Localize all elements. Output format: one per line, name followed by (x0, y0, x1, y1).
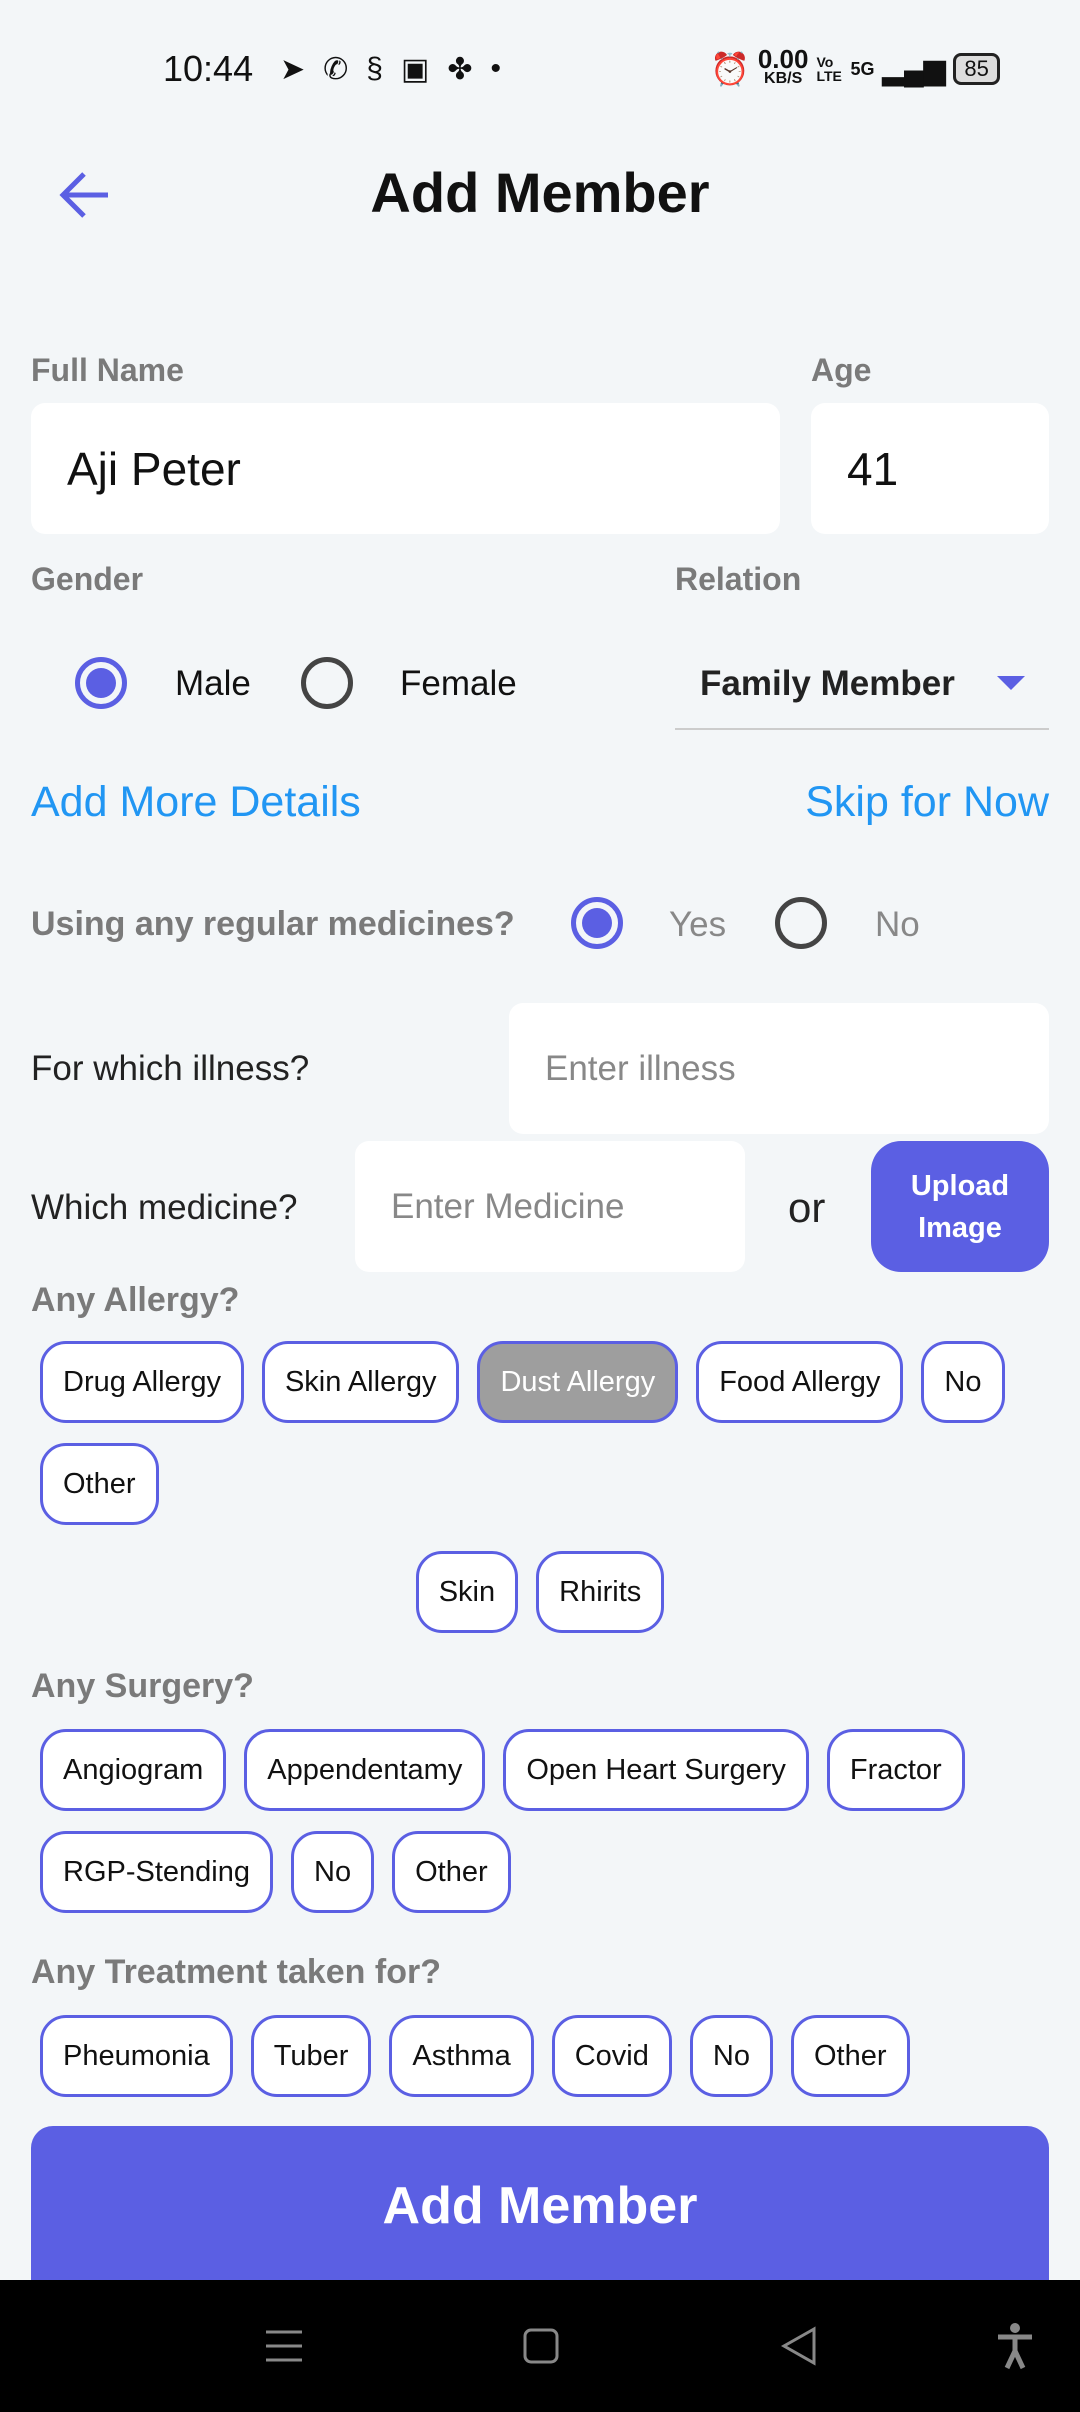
age-label: Age (811, 352, 872, 388)
gender-female-label: Female (400, 664, 517, 703)
gender-male-radio[interactable] (75, 657, 127, 709)
back-icon[interactable] (780, 2326, 818, 2366)
alarm-icon: ⏰ (710, 51, 750, 87)
chip-no[interactable]: No (291, 1831, 375, 1913)
full-name-input[interactable]: Aji Peter (31, 403, 780, 534)
chip-other[interactable]: Other (790, 2015, 910, 2097)
chip-pheumonia[interactable]: Pheumonia (40, 2015, 233, 2097)
chip-skin[interactable]: Skin (415, 1551, 519, 1633)
chevron-down-icon (997, 676, 1025, 690)
chip-food-allergy[interactable]: Food Allergy (696, 1341, 904, 1423)
medicine-placeholder: Enter Medicine (391, 1186, 625, 1226)
allergy-label: Any Allergy? (31, 1281, 240, 1319)
system-icons: ⏰ 0.00 KB/S Vo LTE 5G ▂▄▆ 85 (710, 44, 1000, 94)
signal-icon: ▂▄▆ (882, 53, 946, 85)
gender-female-radio[interactable] (301, 657, 353, 709)
telegram-icon: ➤ (280, 52, 306, 86)
medicines-question: Using any regular medicines? (31, 905, 515, 943)
treatment-chips: Pheumonia Tuber Asthma Covid No Other (40, 2015, 1050, 2097)
chip-no[interactable]: No (921, 1341, 1005, 1423)
chip-tuber[interactable]: Tuber (250, 2015, 372, 2097)
accessibility-icon[interactable] (995, 2322, 1035, 2370)
full-name-label: Full Name (31, 352, 184, 388)
chip-open-heart-surgery[interactable]: Open Heart Surgery (503, 1729, 809, 1811)
treatment-label: Any Treatment taken for? (31, 1953, 441, 1991)
add-more-details-link[interactable]: Add More Details (31, 778, 361, 827)
allergy-chips: Drug Allergy Skin Allergy Dust Allergy F… (40, 1341, 1050, 1525)
gender-label: Gender (31, 561, 144, 597)
system-nav-bar (0, 2280, 1080, 2412)
surgery-label: Any Surgery? (31, 1667, 254, 1705)
chip-asthma[interactable]: Asthma (389, 2015, 534, 2097)
menu-icon[interactable] (264, 2328, 304, 2364)
clover-icon: ✤ (447, 52, 473, 86)
illness-label: For which illness? (31, 1049, 310, 1088)
age-input[interactable]: 41 (811, 403, 1049, 534)
page-title: Add Member (370, 161, 710, 224)
chip-appendentamy[interactable]: Appendentamy (244, 1729, 486, 1811)
relation-label: Relation (675, 561, 802, 597)
medicine-label: Which medicine? (31, 1188, 298, 1227)
add-member-button-label: Add Member (382, 2177, 698, 2235)
chip-fractor[interactable]: Fractor (826, 1729, 965, 1811)
add-member-button[interactable]: Add Member (31, 2126, 1049, 2306)
chip-no[interactable]: No (689, 2015, 773, 2097)
chip-other[interactable]: Other (392, 1831, 511, 1913)
more-dot-icon: • (490, 52, 501, 85)
home-icon[interactable] (523, 2328, 559, 2364)
notification-icons: ➤ ✆ § ▣ ✤ • (280, 44, 501, 94)
network-type: 5G (850, 58, 875, 79)
whatsapp-icon: ✆ (323, 52, 349, 86)
chip-covid[interactable]: Covid (551, 2015, 672, 2097)
illness-input[interactable]: Enter illness (509, 1003, 1049, 1134)
gender-male-label: Male (175, 664, 251, 703)
allergy-sub-chips: Skin Rhirits (0, 1551, 1080, 1633)
chip-drug-allergy[interactable]: Drug Allergy (40, 1341, 244, 1423)
medicines-yes-radio[interactable] (571, 897, 623, 949)
net-unit: KB/S (764, 70, 803, 87)
upload-image-button[interactable]: Upload Image (871, 1141, 1049, 1272)
illness-placeholder: Enter illness (545, 1048, 736, 1088)
surgery-chips: Angiogram Appendentamy Open Heart Surger… (40, 1729, 1050, 1913)
chip-dust-allergy[interactable]: Dust Allergy (477, 1341, 679, 1423)
volte-icon: Vo LTE (816, 54, 842, 84)
medicine-input[interactable]: Enter Medicine (355, 1141, 745, 1272)
chip-rgp-stending[interactable]: RGP-Stending (40, 1831, 273, 1913)
status-time: 10:44 (163, 48, 254, 89)
medicines-no-label: No (875, 905, 920, 944)
medicines-yes-label: Yes (669, 905, 727, 944)
app-icon: § (366, 52, 383, 85)
chip-angiogram[interactable]: Angiogram (40, 1729, 227, 1811)
net-speed: 0.00 (757, 44, 809, 74)
chip-skin-allergy[interactable]: Skin Allergy (261, 1341, 460, 1423)
or-text: or (788, 1184, 826, 1231)
relation-dropdown[interactable]: Family Member (675, 640, 1049, 730)
age-value: 41 (847, 442, 899, 495)
chip-other[interactable]: Other (40, 1443, 159, 1525)
relation-value: Family Member (700, 664, 955, 703)
chip-rhirits[interactable]: Rhirits (536, 1551, 665, 1633)
full-name-value: Aji Peter (67, 442, 241, 495)
battery-icon: 85 (953, 53, 1000, 85)
skip-for-now-link[interactable]: Skip for Now (805, 778, 1049, 827)
contact-icon: ▣ (400, 52, 430, 86)
medicines-no-radio[interactable] (775, 897, 827, 949)
